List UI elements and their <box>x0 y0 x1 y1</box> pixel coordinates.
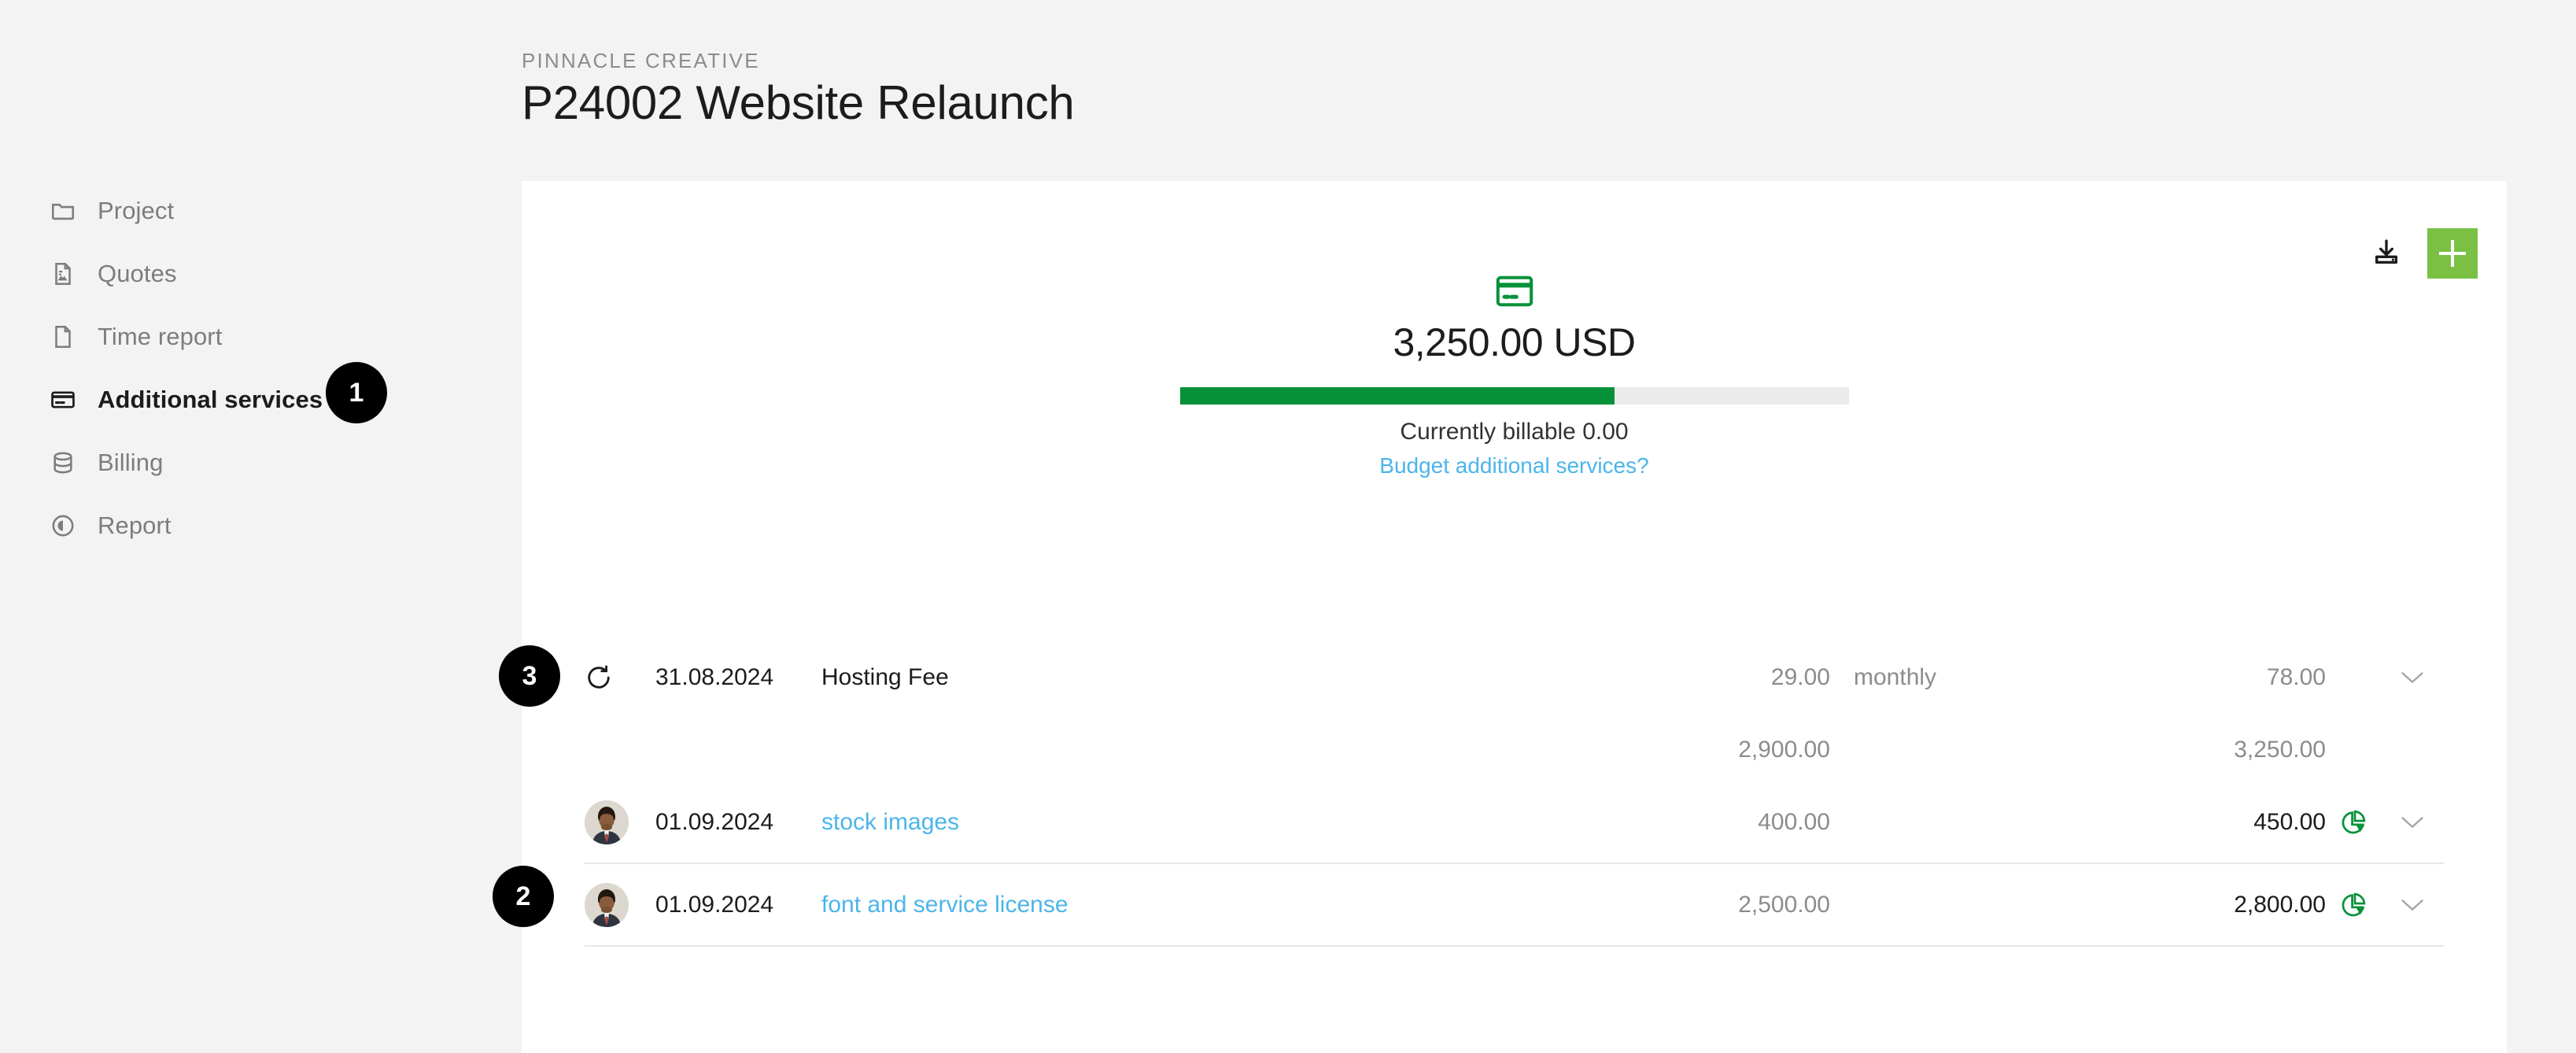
sidebar-item-time-report[interactable]: Time report <box>0 305 522 368</box>
page-title: P24002 Website Relaunch <box>522 76 1075 129</box>
refresh-recurring-icon <box>585 663 655 692</box>
pie-chart-icon[interactable] <box>2326 892 2381 918</box>
content-toolbar <box>2366 228 2478 279</box>
budget-progress-fill <box>1179 387 1615 405</box>
row-total: 78.00 <box>2266 663 2326 690</box>
sidebar-item-label: Additional services <box>98 386 323 413</box>
row-unit: monthly <box>1854 663 1937 690</box>
subtotal-amount: 2,900.00 <box>1738 737 1830 763</box>
credit-card-icon <box>1496 275 1533 307</box>
budget-amount: 3,250.00 USD <box>1393 320 1636 364</box>
row-date: 01.09.2024 <box>655 891 774 918</box>
currently-billable-text: Currently billable 0.00 <box>1400 419 1629 445</box>
breadcrumb: PINNACLE CREATIVE <box>522 49 760 72</box>
step-marker-3: 3 <box>499 645 560 707</box>
row-name-link[interactable]: stock images <box>821 809 959 835</box>
budget-additional-services-link[interactable]: Budget additional services? <box>1379 453 1648 478</box>
row-amount: 400.00 <box>1758 808 1830 835</box>
table-row[interactable]: 01.09.2024 font and service license 2,50… <box>585 864 2444 947</box>
table-row[interactable]: 01.09.2024 stock images 400.00 450.00 <box>585 781 2444 864</box>
sidebar-item-label: Report <box>98 512 172 539</box>
quote-doc-icon <box>47 258 79 290</box>
sidebar-item-project[interactable]: Project <box>0 179 522 242</box>
row-amount: 2,500.00 <box>1738 891 1830 918</box>
sidebar-item-quotes[interactable]: Quotes <box>0 242 522 305</box>
avatar <box>585 882 655 927</box>
sidebar-item-label: Time report <box>98 323 223 350</box>
row-name: Hosting Fee <box>821 663 949 690</box>
add-service-button[interactable] <box>2427 228 2478 279</box>
download-icon <box>2371 237 2402 271</box>
services-table-manual-rows: 01.09.2024 stock images 400.00 450.00 01… <box>585 781 2444 947</box>
sidebar-item-report[interactable]: Report <box>0 494 522 557</box>
row-total: 2,800.00 <box>2234 891 2326 918</box>
step-marker-2: 2 <box>493 866 554 927</box>
sidebar-item-label: Quotes <box>98 260 177 287</box>
row-expand-chevron[interactable] <box>2381 815 2444 829</box>
budget-summary: 3,250.00 USD Currently billable 0.00 Bud… <box>522 275 2507 478</box>
sidebar-item-label: Billing <box>98 449 164 476</box>
step-marker-1: 1 <box>326 362 387 423</box>
database-icon <box>47 447 79 478</box>
avatar <box>585 800 655 844</box>
row-name[interactable]: stock images <box>793 809 1626 836</box>
row-name[interactable]: font and service license <box>793 892 1626 918</box>
row-date: 01.09.2024 <box>655 808 774 835</box>
app-root: Project Quotes Time report Additional se… <box>0 0 2576 1053</box>
sidebar-item-additional-services[interactable]: Additional services <box>0 368 522 431</box>
plus-icon <box>2439 240 2466 267</box>
sidebar-item-label: Project <box>98 197 175 224</box>
pie-target-icon <box>47 510 79 541</box>
sidebar-item-billing[interactable]: Billing <box>0 431 522 494</box>
sidebar-nav-list: Project Quotes Time report Additional se… <box>0 179 522 557</box>
credit-card-icon <box>47 384 79 416</box>
subtotal-total: 3,250.00 <box>2234 737 2326 763</box>
services-table-recurring-row[interactable]: 31.08.2024 Hosting Fee 29.00 monthly 78.… <box>585 636 2444 719</box>
row-date: 31.08.2024 <box>655 663 774 690</box>
sidebar: Project Quotes Time report Additional se… <box>0 0 522 1053</box>
services-table: 31.08.2024 Hosting Fee 29.00 monthly 78.… <box>585 636 2444 947</box>
document-icon <box>47 321 79 353</box>
pie-chart-icon[interactable] <box>2326 809 2381 836</box>
row-expand-chevron[interactable] <box>2381 671 2444 685</box>
row-name-link[interactable]: font and service license <box>821 892 1068 918</box>
budget-progress-bar <box>1179 387 1849 405</box>
download-button[interactable] <box>2366 233 2407 274</box>
row-total: 450.00 <box>2253 808 2326 835</box>
row-expand-chevron[interactable] <box>2381 898 2444 912</box>
content-panel: 3,250.00 USD Currently billable 0.00 Bud… <box>522 181 2507 1053</box>
page-header: PINNACLE CREATIVE P24002 Website Relaunc… <box>522 0 2507 181</box>
row-amount: 29.00 <box>1770 663 1830 690</box>
services-table-subtotal-row: 2,900.00 3,250.00 <box>585 719 2444 781</box>
folder-icon <box>47 195 79 227</box>
